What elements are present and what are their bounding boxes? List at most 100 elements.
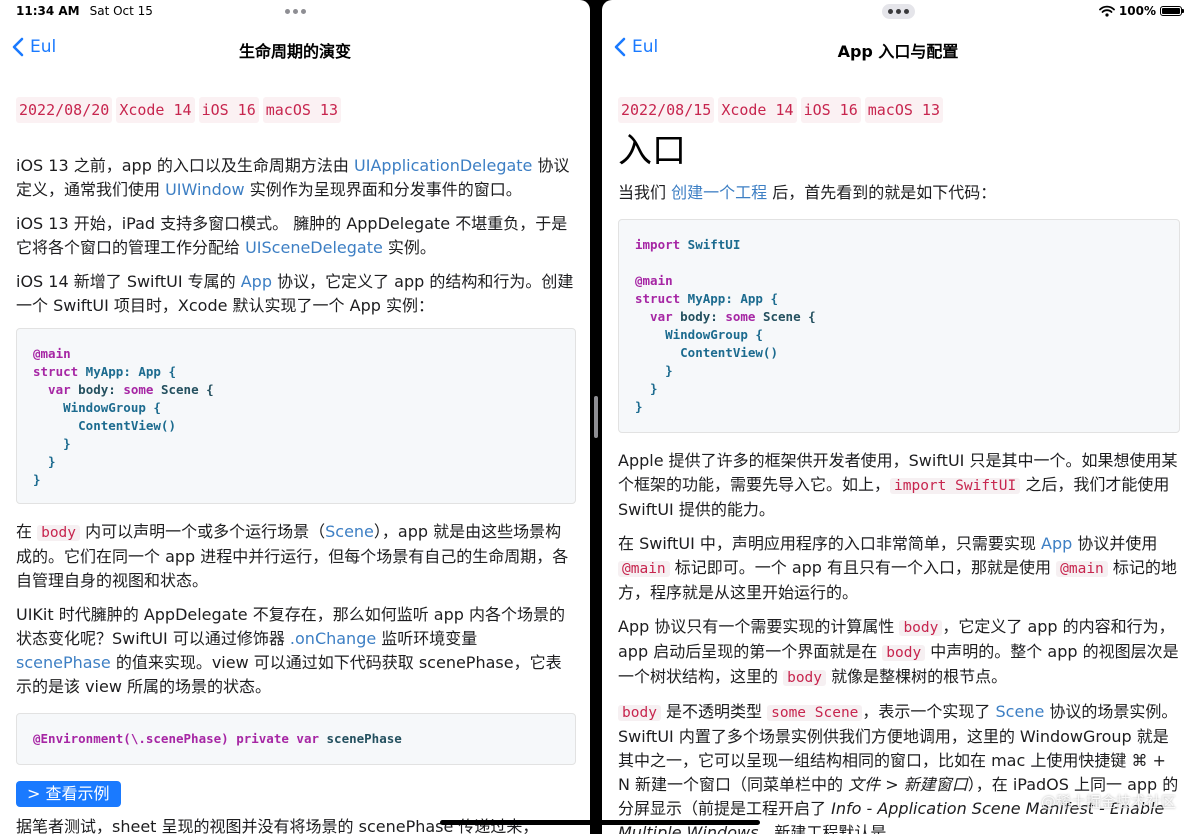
code-token: MyApp <box>78 364 124 379</box>
code-token: some <box>725 309 756 324</box>
inline-code-body: body <box>783 670 827 686</box>
link-app[interactable]: App <box>241 272 272 291</box>
left-navbar: Eul 生命周期的演变 <box>0 30 590 68</box>
right-tag-list: 2022/08/15 Xcode 14 iOS 16 macOS 13 <box>618 97 1180 123</box>
text: 实例作为呈现界面和分发事件的窗口。 <box>244 180 522 199</box>
chevron-left-icon <box>12 37 24 57</box>
left-paragraph-4: 在 body 内可以声明一个或多个运行场景（Scene），app 就是由这些场景… <box>16 520 576 593</box>
right-code-block-app: import SwiftUI @main struct MyApp: App { v… <box>618 219 1180 433</box>
inline-code-main: @main <box>618 561 670 577</box>
right-tag-ios: iOS 16 <box>800 97 861 123</box>
code-token: some <box>123 382 154 397</box>
link-scenephase[interactable]: scenePhase <box>16 653 111 672</box>
code-token: scenePhase <box>319 731 402 746</box>
left-pane: 11:34 AM Sat Oct 15 Eul 生命周期的演变 2022/08/2… <box>0 0 590 834</box>
inline-code-body: body <box>899 620 943 636</box>
left-tag-list: 2022/08/20 Xcode 14 iOS 16 macOS 13 <box>16 97 576 123</box>
multitasking-dots-icon[interactable] <box>285 9 306 14</box>
code-token: Scene { <box>755 309 816 324</box>
code-token: var <box>288 731 319 746</box>
home-indicator[interactable] <box>440 820 760 825</box>
link-uiscenedelegate[interactable]: UISceneDelegate <box>245 238 383 257</box>
text: 当我们 <box>618 183 672 202</box>
left-page-title: 生命周期的演变 <box>238 42 351 61</box>
link-create-project[interactable]: 创建一个工程 <box>671 183 767 202</box>
text: 就像是整棵树的根节点。 <box>826 667 1008 686</box>
code-line: } <box>33 436 71 451</box>
view-example-button[interactable]: > 查看示例 <box>16 781 121 807</box>
right-paragraph-1: 当我们 创建一个工程 后，首先看到的就是如下代码： <box>618 181 1180 205</box>
code-token: Scene { <box>153 382 214 397</box>
battery-percent: 100% <box>1118 4 1156 18</box>
right-pane: 100% Eul App 入口与配置 2022/08/15 Xcode 14 i… <box>602 0 1194 834</box>
code-line: } <box>635 363 673 378</box>
inline-code-main: @main <box>1056 561 1108 577</box>
code-token: import <box>635 237 681 252</box>
left-paragraph-2: iOS 13 开始，iPad 支持多窗口模式。 臃肿的 AppDelegate … <box>16 212 576 260</box>
link-uiwindow[interactable]: UIWindow <box>165 180 245 199</box>
left-code-block-app: @main struct MyApp: App { var body: some … <box>16 328 576 504</box>
link-uiapplicationdelegate[interactable]: UIApplicationDelegate <box>354 156 532 175</box>
menu-path-new-window: 文件 > 新建窗口 <box>848 775 968 794</box>
right-paragraph-2: Apple 提供了许多的框架供开发者使用，SwiftUI 只是其中一个。如果想使… <box>618 449 1180 522</box>
text: 标记即可。一个 app 有且只有一个入口，那就是使用 <box>669 558 1057 577</box>
right-article: 2022/08/15 Xcode 14 iOS 16 macOS 13 入口 当… <box>618 97 1180 834</box>
code-line: WindowGroup { <box>33 400 161 415</box>
left-back-label: Eul <box>30 37 57 57</box>
link-onchange[interactable]: .onChange <box>290 629 376 648</box>
code-line: WindowGroup { <box>635 327 763 342</box>
status-bar-right: 100% <box>1099 4 1184 18</box>
battery-icon <box>1160 6 1184 16</box>
inline-code-import: import SwiftUI <box>890 478 1021 494</box>
code-line: } <box>33 472 41 487</box>
left-tag-date: 2022/08/20 <box>16 97 113 123</box>
code-token: body <box>70 382 109 397</box>
right-paragraph-3: 在 SwiftUI 中，声明应用程序的入口非常简单，只需要实现 App 协议并使… <box>618 532 1180 605</box>
text: 监听环境变量 <box>376 629 478 648</box>
left-paragraph-5: UIKit 时代臃肿的 AppDelegate 不复存在，那么如何监听 app … <box>16 603 576 699</box>
right-back-label: Eul <box>632 37 659 57</box>
code-line: } <box>33 454 56 469</box>
text: 后，首先看到的就是如下代码： <box>767 183 997 202</box>
link-scene[interactable]: Scene <box>325 522 374 541</box>
left-paragraph-3: iOS 14 新增了 SwiftUI 专属的 App 协议，它定义了 app 的… <box>16 270 576 318</box>
code-line: ContentView() <box>635 345 778 360</box>
code-token: @Environment(\.scenePhase) <box>33 731 229 746</box>
split-view-divider-handle[interactable] <box>594 396 598 438</box>
right-tag-macos: macOS 13 <box>864 97 943 123</box>
left-article: 2022/08/20 Xcode 14 iOS 16 macOS 13 iOS … <box>16 97 576 834</box>
section-heading-entry: 入口 <box>618 131 686 171</box>
text: App 协议只有一个需要实现的计算属性 <box>618 617 900 636</box>
code-token: private <box>228 731 289 746</box>
code-token: : <box>710 309 726 324</box>
left-back-button[interactable]: Eul <box>12 37 56 57</box>
wifi-icon <box>1099 5 1115 17</box>
text: iOS 14 新增了 SwiftUI 专属的 <box>16 272 241 291</box>
code-token: MyApp <box>680 291 726 306</box>
right-back-button[interactable]: Eul <box>614 37 658 57</box>
code-token: var <box>635 309 673 324</box>
left-tag-xcode: Xcode 14 <box>116 97 195 123</box>
link-scene-protocol[interactable]: Scene <box>996 702 1045 721</box>
right-page-title: App 入口与配置 <box>837 42 959 61</box>
left-tag-macos: macOS 13 <box>262 97 341 123</box>
inline-code-body: body <box>37 525 81 541</box>
code-token: : <box>108 382 124 397</box>
code-token: struct <box>33 364 79 379</box>
chevron-left-icon <box>614 37 626 57</box>
code-token: : App { <box>725 291 778 306</box>
code-token: var <box>33 382 71 397</box>
code-token: @main <box>33 346 71 361</box>
status-bar-left: 11:34 AM Sat Oct 15 <box>16 4 153 18</box>
code-token: : App { <box>123 364 176 379</box>
inline-code-some-scene: some Scene <box>767 705 863 721</box>
code-line: } <box>635 381 658 396</box>
code-token: body <box>672 309 711 324</box>
multitasking-dots-icon[interactable] <box>882 4 915 19</box>
link-app-protocol[interactable]: App <box>1041 534 1072 553</box>
text: 在 <box>16 522 38 541</box>
left-code-block-scenephase: @Environment(\.scenePhase) private var s… <box>16 713 576 765</box>
status-time: 11:34 AM <box>16 4 80 18</box>
text: 内可以声明一个或多个运行场景（ <box>80 522 326 541</box>
